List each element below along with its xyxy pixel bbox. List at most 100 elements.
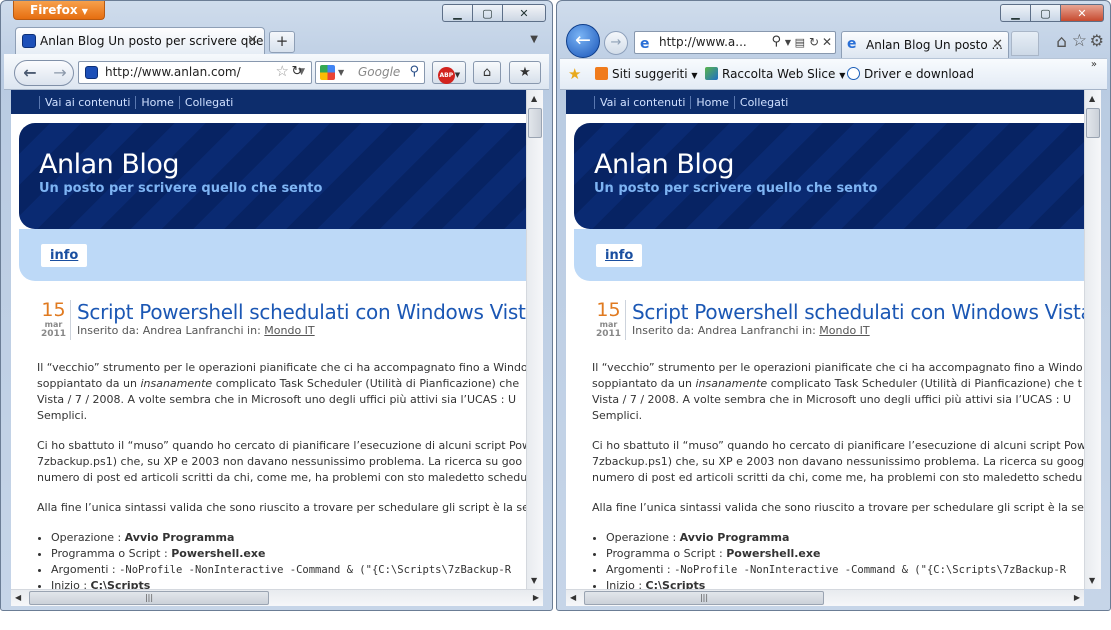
favorite-driver-download[interactable]: Driver e download — [847, 67, 974, 81]
favorites-add-icon[interactable]: ★ — [568, 65, 581, 83]
scroll-thumb[interactable] — [528, 108, 542, 138]
ie-navigation-bar: ← → e http://www.a... ⚲ ▼ ▤ ↻ ✕ e Anlan … — [560, 23, 1107, 58]
favorite-siti-suggeriti[interactable]: Siti suggeriti ▼ — [595, 67, 698, 81]
list-item: Operazione : Avvio Programma — [606, 530, 1084, 546]
search-icon[interactable]: ⚲ — [409, 61, 419, 82]
vertical-scrollbar[interactable]: ▲ ▼ — [1084, 90, 1101, 589]
tab-anlan-blog[interactable]: Anlan Blog Un posto per scrivere quello … — [15, 27, 265, 54]
list-item: Argomenti : -NoProfile -NonInteractive -… — [606, 562, 1084, 578]
post-byline: Inserito da: Andrea Lanfranchi in: Mondo… — [632, 324, 870, 337]
tab-info[interactable]: info — [41, 244, 88, 267]
ie-logo-icon: e — [640, 36, 650, 52]
maximize-button[interactable]: ▢ — [472, 4, 502, 22]
paragraph: Ci ho sbattuto il “muso” quando ho cerca… — [37, 439, 532, 484]
paragraph: Alla fine l’unica sintassi valida che so… — [592, 501, 1084, 514]
stop-icon[interactable]: ✕ — [822, 32, 832, 53]
new-tab-button[interactable] — [1011, 31, 1039, 56]
forward-button[interactable]: → — [604, 31, 628, 55]
bookmarks-button[interactable]: ★ — [509, 61, 541, 84]
scroll-thumb[interactable]: ||| — [29, 591, 269, 605]
site-title[interactable]: Anlan Blog — [594, 149, 1084, 181]
suggested-sites-icon — [595, 67, 608, 80]
list-item: Inizio : C:\Scripts — [606, 578, 1084, 589]
close-button[interactable]: ✕ — [502, 4, 546, 22]
post-byline: Inserito da: Andrea Lanfranchi in: Mondo… — [77, 324, 315, 337]
tab-list-dropdown-icon[interactable]: ▼ — [530, 34, 538, 45]
paragraph: Alla fine l’unica sintassi valida che so… — [37, 501, 529, 514]
site-favicon-icon — [85, 66, 98, 79]
paragraph: Ci ho sbattuto il “muso” quando ho cerca… — [592, 439, 1084, 484]
back-button[interactable]: ← — [566, 24, 600, 58]
site-tabbar: info — [19, 229, 543, 281]
site-subtitle: Un posto per scrivere quello che sento — [39, 181, 323, 196]
forward-button[interactable]: → — [47, 62, 73, 84]
tab-close-icon[interactable]: ✕ — [247, 33, 258, 48]
search-input[interactable]: ▼ Google ⚲ — [315, 61, 425, 84]
post-title[interactable]: Script Powershell schedulati con Windows… — [592, 300, 1084, 324]
home-icon[interactable]: ⌂ — [1056, 32, 1067, 52]
tools-gear-icon[interactable]: ⚙ — [1090, 31, 1104, 50]
home-button[interactable]: ⌂ — [473, 61, 501, 84]
scroll-thumb[interactable] — [1086, 108, 1100, 138]
nav-link-contenuti[interactable]: Vai ai contenuti — [594, 96, 691, 109]
scroll-thumb[interactable]: ||| — [584, 591, 824, 605]
favorite-web-slice[interactable]: Raccolta Web Slice ▼ — [705, 67, 845, 81]
google-engine-icon[interactable] — [320, 65, 335, 80]
page-content: Vai ai contenuti Home Collegati Anlan Blog… — [11, 90, 543, 589]
post-category-link[interactable]: Mondo IT — [819, 324, 869, 337]
horizontal-scrollbar[interactable]: ◀ ||| ▶ — [566, 589, 1084, 606]
site-top-nav: Vai ai contenuti Home Collegati — [11, 90, 543, 114]
list-item: Programma o Script : Powershell.exe — [51, 546, 543, 562]
list-item: Programma o Script : Powershell.exe — [606, 546, 1084, 562]
adblock-icon: ABP — [437, 67, 455, 84]
tab-close-icon[interactable]: ✕ — [992, 37, 1003, 52]
post-header: 15 mar 2011 Script Powershell schedulati… — [11, 281, 543, 340]
maximize-button[interactable]: ▢ — [1030, 4, 1060, 22]
post-body: Il “vecchio” strumento per le operazioni… — [566, 340, 1084, 589]
paragraph: Il “vecchio” strumento per le operazioni… — [37, 361, 528, 422]
post-date: 15 mar 2011 — [37, 300, 71, 340]
horizontal-scrollbar[interactable]: ◀ ||| ▶ — [11, 589, 543, 606]
url-bar[interactable]: e http://www.a... ⚲ ▼ ▤ ↻ ✕ — [634, 31, 836, 54]
chevron-more-icon[interactable]: » — [1091, 59, 1097, 70]
nav-link-home[interactable]: Home — [135, 96, 179, 109]
navigation-toolbar: ← → http://www.anlan.com/ ☆ ▼ ↻ ▼ Google… — [4, 54, 549, 90]
adblock-button[interactable]: ABP ▼ — [432, 61, 466, 84]
favorites-bar: ★ Siti suggeriti ▼ Raccolta Web Slice ▼ … — [560, 58, 1107, 90]
list-item: Operazione : Avvio Programma — [51, 530, 543, 546]
favorites-star-icon[interactable]: ☆ — [1072, 31, 1087, 51]
settings-list: Operazione : Avvio Programma Programma o… — [592, 530, 1084, 589]
site-title[interactable]: Anlan Blog — [39, 149, 543, 181]
tab-info[interactable]: info — [596, 244, 643, 267]
back-button[interactable]: ← — [17, 62, 43, 84]
url-dropdown-icon[interactable]: ▼ — [785, 32, 791, 53]
minimize-button[interactable]: ▁ — [1000, 4, 1030, 22]
url-bar[interactable]: http://www.anlan.com/ ☆ ▼ — [78, 61, 312, 84]
nav-link-collegati[interactable]: Collegati — [733, 96, 794, 109]
dell-icon — [847, 67, 860, 80]
post-title[interactable]: Script Powershell schedulati con Windows… — [37, 300, 543, 324]
web-slice-icon — [705, 67, 718, 80]
close-button[interactable]: ✕ — [1060, 4, 1104, 22]
home-icon: ⌂ — [482, 65, 492, 80]
post-header: 15 mar 2011 Script Powershell schedulati… — [566, 281, 1084, 340]
site-header: Anlan Blog Un posto per scrivere quello … — [574, 123, 1084, 229]
post-category-link[interactable]: Mondo IT — [264, 324, 314, 337]
compatibility-view-icon[interactable]: ▤ — [795, 32, 805, 53]
post-body: Il “vecchio” strumento per le operazioni… — [11, 340, 543, 589]
nav-link-collegati[interactable]: Collegati — [178, 96, 239, 109]
minimize-button[interactable]: ▁ — [442, 4, 472, 22]
reload-button[interactable]: ↻ — [286, 61, 308, 84]
ie-logo-icon: e — [847, 36, 857, 52]
nav-link-home[interactable]: Home — [690, 96, 734, 109]
firefox-menu-button[interactable]: Firefox ▼ — [13, 1, 105, 20]
tab-anlan-blog[interactable]: e Anlan Blog Un posto ... ✕ — [841, 31, 1009, 58]
refresh-icon[interactable]: ↻ — [809, 32, 819, 53]
ie-window: ▁ ▢ ✕ ← → e http://www.a... ⚲ ▼ ▤ ↻ ✕ e … — [556, 0, 1111, 611]
search-icon[interactable]: ⚲ — [771, 31, 781, 52]
vertical-scrollbar[interactable]: ▲ ▼ — [526, 90, 543, 589]
new-tab-button[interactable]: + — [269, 31, 295, 53]
paragraph: Il “vecchio” strumento per le operazioni… — [592, 361, 1083, 422]
search-engine-dropdown-icon[interactable]: ▼ — [338, 62, 344, 83]
nav-link-contenuti[interactable]: Vai ai contenuti — [39, 96, 136, 109]
